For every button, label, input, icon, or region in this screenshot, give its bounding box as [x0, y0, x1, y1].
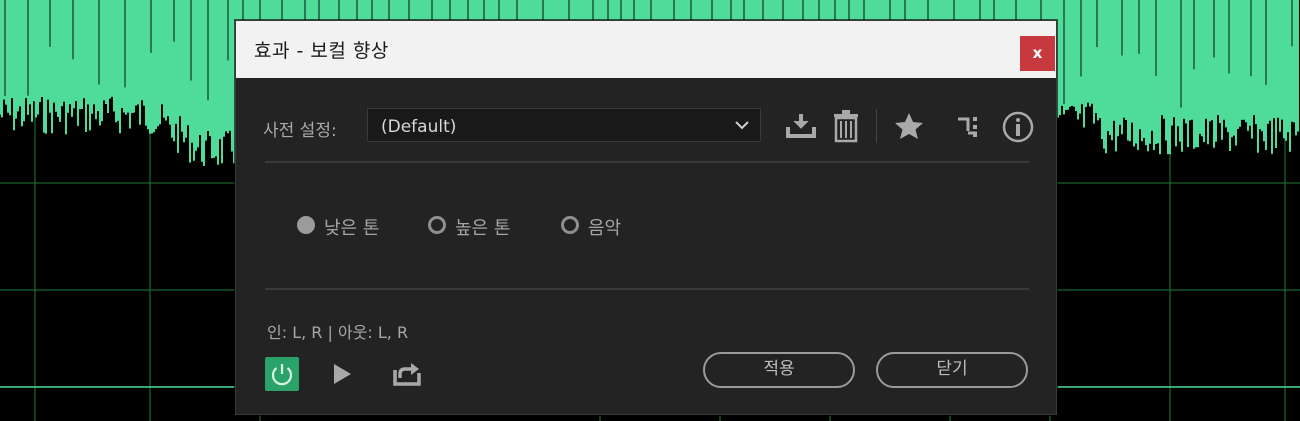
- divider-bottom: [265, 288, 1029, 290]
- preset-label: 사전 설정:: [263, 121, 337, 141]
- play-icon[interactable]: [330, 362, 354, 386]
- power-icon: [271, 364, 293, 386]
- mode-option-music[interactable]: 음악: [561, 213, 641, 243]
- dialog-title: 효과 - 보컬 향상: [254, 40, 389, 62]
- chevron-down-icon: [735, 121, 749, 130]
- vocal-enhancer-dialog: 효과 - 보컬 향상 x 사전 설정: (Default) 낮은 톤 높은 톤 …: [235, 20, 1057, 415]
- preset-dropdown[interactable]: (Default): [367, 108, 761, 142]
- divider-top: [265, 161, 1029, 163]
- power-toggle-button[interactable]: [265, 357, 299, 391]
- radio-selected-icon: [297, 216, 315, 234]
- download-icon[interactable]: [784, 111, 818, 141]
- dialog-titlebar: 효과 - 보컬 향상 x: [236, 21, 1056, 78]
- toolbar-separator: [876, 109, 877, 143]
- mode-option-low-tone[interactable]: 낮은 톤: [297, 213, 397, 243]
- close-window-button[interactable]: x: [1020, 36, 1055, 71]
- mode-option-label: 낮은 톤: [324, 218, 380, 239]
- close-button[interactable]: 닫기: [876, 352, 1028, 388]
- mode-option-high-tone[interactable]: 높은 톤: [428, 213, 528, 243]
- loop-export-icon[interactable]: [392, 360, 422, 388]
- mode-option-label: 음악: [588, 218, 622, 239]
- mode-option-label: 높은 톤: [455, 218, 511, 239]
- star-icon[interactable]: [894, 112, 924, 140]
- preset-selected-value: (Default): [381, 117, 457, 137]
- channel-routing-text: 인: L, R | 아웃: L, R: [267, 323, 409, 342]
- radio-unselected-icon: [561, 216, 579, 234]
- trash-icon[interactable]: [833, 110, 859, 143]
- apply-button[interactable]: 적용: [703, 352, 855, 388]
- radio-unselected-icon: [428, 216, 446, 234]
- info-icon[interactable]: [1001, 110, 1035, 144]
- routing-icon[interactable]: [956, 113, 986, 141]
